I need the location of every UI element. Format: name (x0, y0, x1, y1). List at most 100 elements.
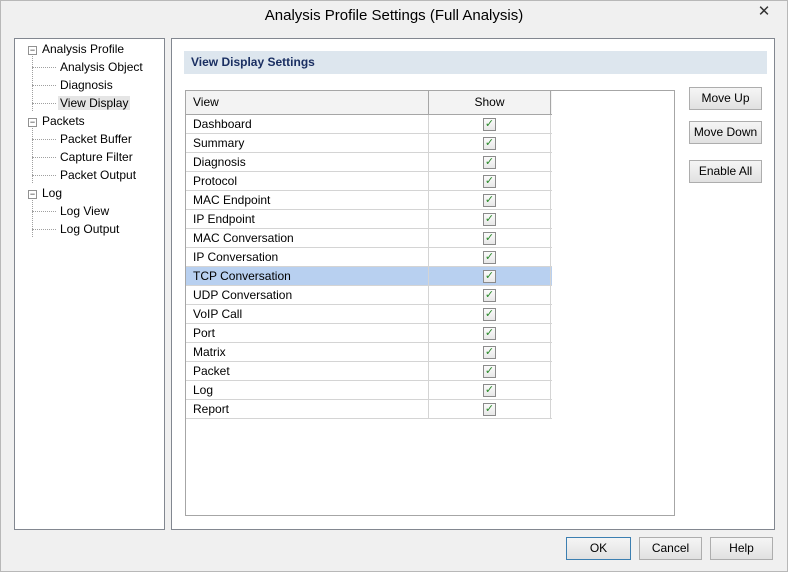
table-row[interactable]: Dashboard ✓ (186, 115, 552, 134)
table-row[interactable]: Protocol ✓ (186, 172, 552, 191)
column-header-show[interactable]: Show (429, 91, 551, 114)
show-checkbox[interactable]: ✓ (483, 232, 496, 245)
move-down-button[interactable]: Move Down (689, 121, 762, 144)
table-row[interactable]: TCP Conversation ✓ (186, 267, 552, 286)
table-row[interactable]: Log ✓ (186, 381, 552, 400)
show-cell: ✓ (429, 305, 551, 323)
show-cell: ✓ (429, 400, 551, 418)
column-header-view[interactable]: View (186, 91, 429, 114)
view-name-cell: VoIP Call (186, 305, 429, 323)
table-row[interactable]: Report ✓ (186, 400, 552, 419)
tree-item-packets[interactable]: Packets (40, 112, 87, 130)
view-name-cell: IP Conversation (186, 248, 429, 266)
tree-item-packet-output[interactable]: Packet Output (58, 166, 138, 184)
show-checkbox[interactable]: ✓ (483, 194, 496, 207)
move-up-button[interactable]: Move Up (689, 87, 762, 110)
collapse-icon[interactable]: − (28, 118, 37, 127)
tree-item-label: Log View (60, 204, 110, 218)
show-checkbox[interactable]: ✓ (483, 289, 496, 302)
table-row[interactable]: Diagnosis ✓ (186, 153, 552, 172)
table-row[interactable]: MAC Endpoint ✓ (186, 191, 552, 210)
enable-all-button[interactable]: Enable All (689, 160, 762, 183)
grid-header: View Show (186, 91, 552, 115)
tree-connector (32, 67, 56, 68)
tree-item-log[interactable]: Log (40, 184, 64, 202)
help-button[interactable]: Help (710, 537, 773, 560)
collapse-icon[interactable]: − (28, 190, 37, 199)
table-row[interactable]: Matrix ✓ (186, 343, 552, 362)
show-cell: ✓ (429, 210, 551, 228)
table-row[interactable]: Summary ✓ (186, 134, 552, 153)
show-cell: ✓ (429, 229, 551, 247)
show-checkbox[interactable]: ✓ (483, 270, 496, 283)
table-row[interactable]: Packet ✓ (186, 362, 552, 381)
cancel-button[interactable]: Cancel (639, 537, 702, 560)
view-name-cell: Packet (186, 362, 429, 380)
tree-connector (32, 139, 56, 140)
show-cell: ✓ (429, 267, 551, 285)
show-checkbox[interactable]: ✓ (483, 365, 496, 378)
show-cell: ✓ (429, 248, 551, 266)
view-name-cell: Log (186, 381, 429, 399)
tree-item-label: Capture Filter (60, 150, 133, 164)
section-header: View Display Settings (184, 51, 767, 74)
show-checkbox[interactable]: ✓ (483, 327, 496, 340)
table-row[interactable]: MAC Conversation ✓ (186, 229, 552, 248)
tree-item-label: View Display (58, 96, 131, 110)
view-name-cell: MAC Endpoint (186, 191, 429, 209)
tree-item-capture-filter[interactable]: Capture Filter (58, 148, 135, 166)
tree-connector (32, 85, 56, 86)
ok-button[interactable]: OK (566, 537, 631, 560)
show-cell: ✓ (429, 134, 551, 152)
tree-connector (32, 103, 56, 104)
show-checkbox[interactable]: ✓ (483, 118, 496, 131)
settings-tree: − Analysis Profile Analysis Object Diagn… (14, 38, 165, 530)
view-name-cell: IP Endpoint (186, 210, 429, 228)
view-name-cell: Dashboard (186, 115, 429, 133)
show-cell: ✓ (429, 172, 551, 190)
tree-item-packet-buffer[interactable]: Packet Buffer (58, 130, 134, 148)
view-name-cell: MAC Conversation (186, 229, 429, 247)
table-row[interactable]: UDP Conversation ✓ (186, 286, 552, 305)
show-cell: ✓ (429, 343, 551, 361)
tree-item-analysis-object[interactable]: Analysis Object (58, 58, 145, 76)
show-checkbox[interactable]: ✓ (483, 137, 496, 150)
dialog-window: Analysis Profile Settings (Full Analysis… (0, 0, 788, 572)
tree-connector (32, 200, 33, 237)
tree-item-label: Analysis Object (60, 60, 143, 74)
tree-item-label: Packets (42, 114, 85, 128)
table-row[interactable]: IP Conversation ✓ (186, 248, 552, 267)
table-row[interactable]: IP Endpoint ✓ (186, 210, 552, 229)
show-checkbox[interactable]: ✓ (483, 251, 496, 264)
show-cell: ✓ (429, 324, 551, 342)
view-name-cell: Protocol (186, 172, 429, 190)
settings-panel: View Display Settings View Show Dashboar… (171, 38, 775, 530)
show-checkbox[interactable]: ✓ (483, 403, 496, 416)
view-name-cell: Summary (186, 134, 429, 152)
show-cell: ✓ (429, 362, 551, 380)
view-name-cell: Port (186, 324, 429, 342)
tree-item-analysis-profile[interactable]: Analysis Profile (40, 40, 126, 58)
table-row[interactable]: Port ✓ (186, 324, 552, 343)
tree-item-view-display[interactable]: View Display (58, 94, 131, 112)
show-cell: ✓ (429, 115, 551, 133)
show-checkbox[interactable]: ✓ (483, 308, 496, 321)
tree-connector (32, 157, 56, 158)
show-checkbox[interactable]: ✓ (483, 384, 496, 397)
show-checkbox[interactable]: ✓ (483, 156, 496, 169)
tree-item-diagnosis[interactable]: Diagnosis (58, 76, 115, 94)
show-checkbox[interactable]: ✓ (483, 213, 496, 226)
tree-item-log-output[interactable]: Log Output (58, 220, 121, 238)
close-icon[interactable]: ✕ (749, 1, 779, 23)
tree-item-label: Analysis Profile (42, 42, 125, 56)
grid-rows: Dashboard ✓ Summary ✓ Diagnosis ✓ Protocol ✓ MAC… (186, 115, 552, 419)
view-name-cell: Diagnosis (186, 153, 429, 171)
show-checkbox[interactable]: ✓ (483, 346, 496, 359)
show-checkbox[interactable]: ✓ (483, 175, 496, 188)
tree-item-log-view[interactable]: Log View (58, 202, 111, 220)
view-grid: View Show Dashboard ✓ Summary ✓ Diagnosis ✓ Pr… (185, 90, 675, 516)
table-row[interactable]: VoIP Call ✓ (186, 305, 552, 324)
collapse-icon[interactable]: − (28, 46, 37, 55)
tree-connector (32, 175, 56, 176)
tree-item-label: Packet Buffer (60, 132, 132, 146)
